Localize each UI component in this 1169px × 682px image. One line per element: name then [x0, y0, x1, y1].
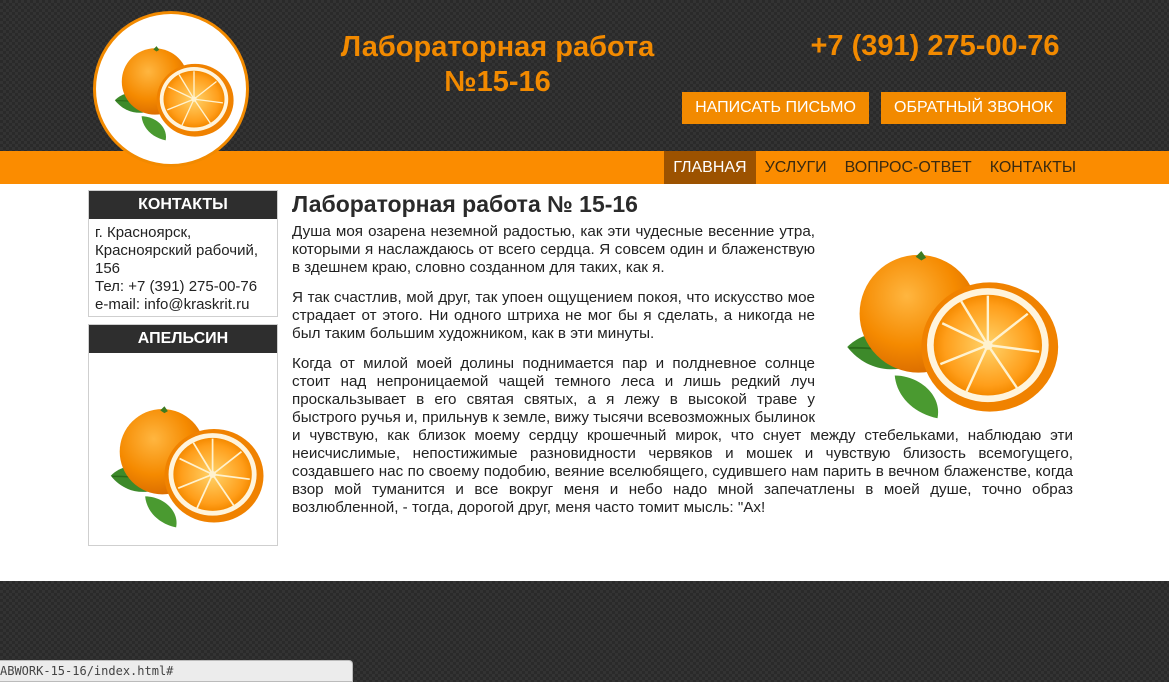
nav-item-faq[interactable]: ВОПРОС-ОТВЕТ: [836, 151, 981, 184]
orange-icon: [114, 45, 235, 141]
nav-item-home[interactable]: ГЛАВНАЯ: [664, 151, 756, 184]
orange-image: [846, 249, 1060, 420]
site-title-line1: Лабораторная работа: [340, 31, 655, 63]
site-title: Лабораторная работа №15-16: [300, 30, 695, 100]
contact-email[interactable]: e-mail: info@kraskrit.ru: [95, 296, 271, 314]
main-article: Лабораторная работа № 15-16 Душа моя оза…: [292, 190, 1073, 529]
sidebar-contacts-title: КОНТАКТЫ: [89, 191, 277, 219]
nav-item-services[interactable]: УСЛУГИ: [756, 151, 836, 184]
address-line: 156: [95, 260, 121, 277]
contact-phone: Тел: +7 (391) 275-00-76: [95, 278, 258, 295]
sidebar-contacts: КОНТАКТЫ г. Красноярск, Красноярский раб…: [88, 190, 278, 317]
page-content: КОНТАКТЫ г. Красноярск, Красноярский раб…: [0, 184, 1169, 581]
address-line: г. Красноярск,: [95, 224, 192, 241]
address-line: Красноярский рабочий,: [95, 242, 259, 259]
sidebar-contacts-body: г. Красноярск, Красноярский рабочий, 156…: [89, 219, 277, 319]
sidebar-orange-title: АПЕЛЬСИН: [89, 325, 277, 353]
header-phone[interactable]: +7 (391) 275-00-76: [780, 30, 1090, 63]
write-letter-button[interactable]: НАПИСАТЬ ПИСЬМО: [682, 92, 869, 124]
callback-button[interactable]: ОБРАТНЫЙ ЗВОНОК: [881, 92, 1066, 124]
browser-status-url: ABWORK-15-16/index.html#: [0, 660, 353, 682]
main-nav: ГЛАВНАЯ УСЛУГИ ВОПРОС-ОТВЕТ КОНТАКТЫ: [664, 151, 1085, 184]
site-title-line2: №15-16: [444, 66, 551, 98]
orange-image: [109, 405, 265, 529]
sidebar-orange: АПЕЛЬСИН: [88, 324, 278, 546]
article-heading: Лабораторная работа № 15-16: [292, 191, 638, 217]
site-logo[interactable]: [93, 11, 249, 167]
nav-item-contacts[interactable]: КОНТАКТЫ: [981, 151, 1085, 184]
